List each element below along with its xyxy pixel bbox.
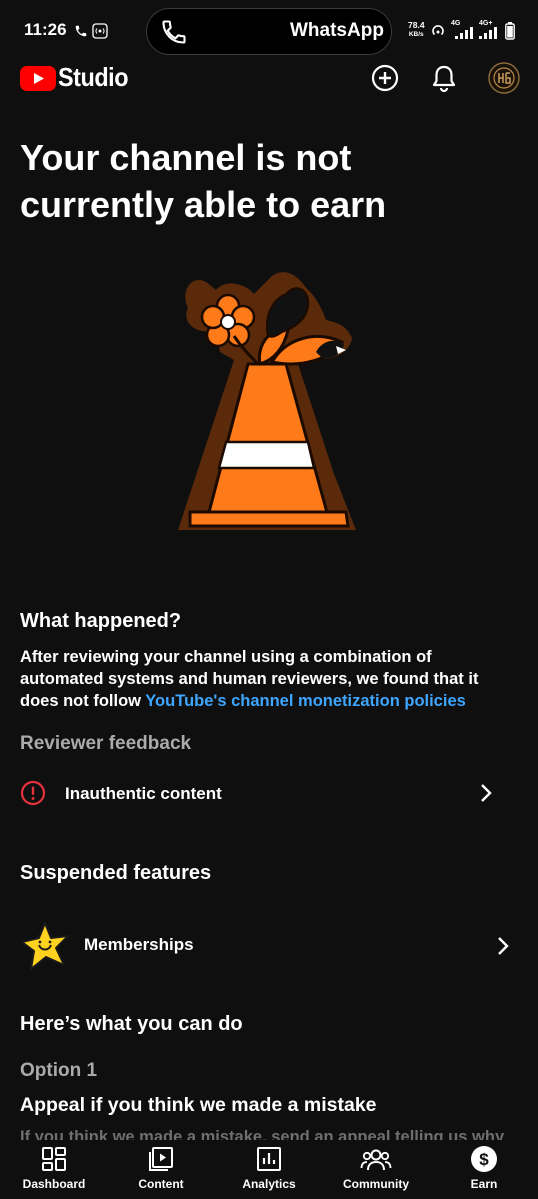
nav-label: Content	[138, 1177, 184, 1191]
memberships-label: Memberships	[84, 935, 194, 954]
net-speed-unit: KB/s	[408, 31, 424, 38]
chevron-right-icon	[498, 937, 509, 955]
status-time: 11:26	[24, 20, 67, 39]
alert-circle-icon	[20, 780, 46, 806]
option-1-label: Option 1	[20, 1060, 98, 1081]
battery-icon	[505, 22, 515, 40]
nav-label: Dashboard	[22, 1177, 86, 1191]
page-title: Your channel is not currently able to ea…	[20, 137, 387, 225]
phone-icon	[162, 20, 186, 44]
studio-brand-text[interactable]: Studio	[58, 62, 129, 93]
net-speed-value: 78.4	[408, 20, 425, 30]
nav-label: Analytics	[242, 1177, 296, 1191]
avatar[interactable]	[488, 62, 520, 94]
nav-dashboard[interactable]: Dashboard	[9, 1140, 99, 1199]
monetization-policies-link[interactable]: YouTube's channel monetization policies	[145, 692, 466, 710]
app-bar: Studio	[0, 60, 538, 100]
signal-strength-icon	[455, 27, 473, 39]
signal-strength-icon-2	[479, 27, 497, 39]
call-status-icon	[75, 25, 87, 37]
what-happened-body: After reviewing your channel using a com…	[20, 646, 510, 712]
net-speed: 78.4 KB/s	[408, 21, 425, 39]
hotspot-status-icon	[92, 23, 108, 39]
create-icon[interactable]	[371, 64, 399, 92]
active-call-app-name: WhatsApp	[290, 20, 384, 41]
notifications-bell-icon[interactable]	[431, 64, 457, 93]
content-icon	[149, 1147, 173, 1171]
analytics-icon	[257, 1147, 281, 1171]
chevron-right-icon	[481, 784, 492, 802]
signal-label-2: 4G+	[479, 20, 493, 27]
nav-label: Earn	[470, 1177, 498, 1191]
svg-text:$: $	[479, 1150, 489, 1169]
status-bar: 11:26 WhatsApp 78.4 KB/s 4G 4G+	[0, 0, 538, 60]
memberships-row[interactable]: Memberships	[0, 918, 538, 974]
wifi-calling-icon	[432, 25, 444, 36]
nav-label: Community	[343, 1177, 409, 1191]
inauthentic-content-row[interactable]: Inauthentic content	[0, 770, 538, 816]
nav-earn[interactable]: $ Earn	[439, 1140, 529, 1199]
bottom-navigation: Dashboard Content Analytics Community $	[0, 1140, 538, 1199]
community-icon	[360, 1149, 392, 1171]
youtube-logo-icon[interactable]	[20, 66, 56, 91]
what-happened-heading: What happened?	[20, 610, 182, 632]
star-badge-icon	[21, 922, 69, 970]
nav-content[interactable]: Content	[116, 1140, 206, 1199]
nav-community[interactable]: Community	[331, 1140, 421, 1199]
traffic-cone-illustration	[178, 272, 356, 530]
signal-label-1: 4G	[451, 20, 461, 27]
suspended-features-heading: Suspended features	[20, 862, 212, 884]
reviewer-feedback-heading: Reviewer feedback	[20, 733, 192, 754]
earn-icon: $	[471, 1146, 497, 1172]
dashboard-icon	[42, 1147, 66, 1171]
inauthentic-content-label: Inauthentic content	[65, 784, 222, 803]
what-you-can-do-heading: Here’s what you can do	[20, 1013, 243, 1035]
appeal-heading: Appeal if you think we made a mistake	[20, 1094, 377, 1116]
nav-analytics[interactable]: Analytics	[224, 1140, 314, 1199]
